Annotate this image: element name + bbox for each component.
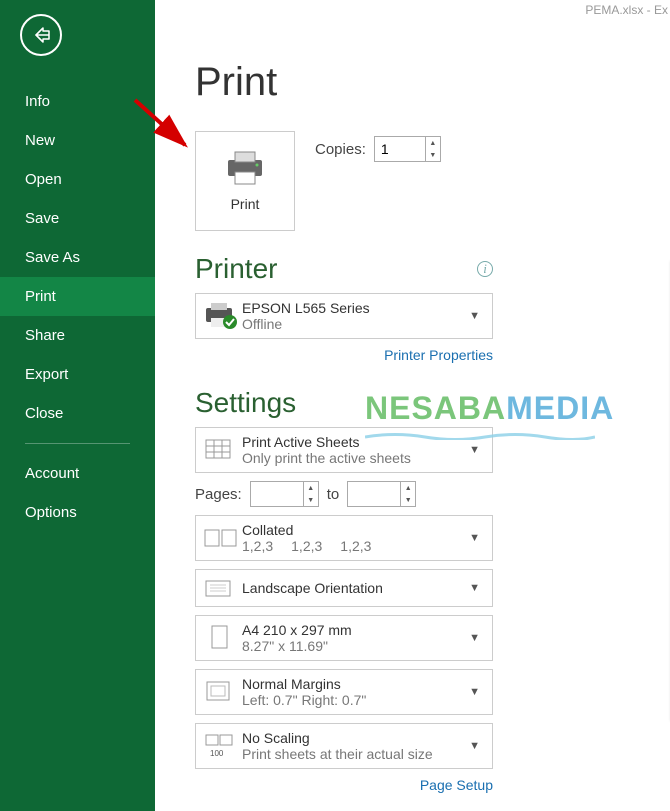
printer-status-icon bbox=[204, 302, 240, 330]
margins-dropdown[interactable]: Normal Margins Left: 0.7" Right: 0.7" ▼ bbox=[195, 669, 493, 715]
pages-to-spinner[interactable]: ▲▼ bbox=[347, 481, 416, 507]
printer-name: EPSON L565 Series bbox=[242, 300, 465, 316]
paper-icon bbox=[204, 623, 234, 653]
copies-up-icon[interactable]: ▲ bbox=[426, 137, 440, 149]
copies-label: Copies: bbox=[315, 141, 366, 158]
chevron-down-icon: ▼ bbox=[465, 582, 484, 594]
down-icon[interactable]: ▼ bbox=[304, 494, 318, 506]
title-bar: PEMA.xlsx - Ex bbox=[155, 0, 670, 20]
up-icon[interactable]: ▲ bbox=[304, 482, 318, 494]
sidebar-item-account[interactable]: Account bbox=[0, 454, 155, 493]
collated-dropdown[interactable]: Collated 1,2,31,2,31,2,3 ▼ bbox=[195, 515, 493, 561]
copies-down-icon[interactable]: ▼ bbox=[426, 149, 440, 161]
sheets-icon bbox=[204, 438, 234, 462]
settings-section-title: Settings bbox=[195, 387, 493, 419]
sidebar-item-info[interactable]: Info bbox=[0, 82, 155, 121]
page-setup-link[interactable]: Page Setup bbox=[420, 777, 493, 793]
pages-to-input[interactable] bbox=[348, 482, 400, 506]
copies-spinner[interactable]: ▲ ▼ bbox=[374, 136, 441, 162]
sidebar-divider bbox=[25, 443, 130, 444]
printer-properties-link[interactable]: Printer Properties bbox=[384, 347, 493, 363]
collated-icon bbox=[204, 526, 238, 550]
chevron-down-icon: ▼ bbox=[465, 686, 484, 698]
landscape-icon bbox=[204, 576, 234, 600]
svg-text:100: 100 bbox=[210, 749, 224, 758]
sidebar-item-new[interactable]: New bbox=[0, 121, 155, 160]
printer-icon bbox=[224, 150, 266, 186]
pages-from-input[interactable] bbox=[251, 482, 303, 506]
printer-info-icon[interactable]: i bbox=[477, 261, 493, 277]
up-icon[interactable]: ▲ bbox=[401, 482, 415, 494]
sidebar-item-close[interactable]: Close bbox=[0, 394, 155, 433]
sidebar-item-export[interactable]: Export bbox=[0, 355, 155, 394]
orientation-dropdown[interactable]: Landscape Orientation ▼ bbox=[195, 569, 493, 607]
print-button[interactable]: Print bbox=[195, 131, 295, 231]
chevron-down-icon: ▼ bbox=[465, 532, 484, 544]
sidebar-item-share[interactable]: Share bbox=[0, 316, 155, 355]
print-panel: Print Print Copies: ▲ ▼ Printer i bbox=[155, 20, 670, 811]
sidebar-item-save[interactable]: Save bbox=[0, 199, 155, 238]
print-button-label: Print bbox=[231, 196, 260, 212]
printer-section-title: Printer i bbox=[195, 253, 493, 285]
sidebar-item-open[interactable]: Open bbox=[0, 160, 155, 199]
scaling-dropdown[interactable]: 100 No Scaling Print sheets at their act… bbox=[195, 723, 493, 769]
back-button[interactable] bbox=[20, 14, 62, 56]
sidebar-item-options[interactable]: Options bbox=[0, 493, 155, 532]
back-arrow-icon bbox=[31, 25, 51, 45]
margins-icon bbox=[204, 679, 234, 705]
backstage-sidebar: Info New Open Save Save As Print Share E… bbox=[0, 0, 155, 811]
sidebar-item-saveas[interactable]: Save As bbox=[0, 238, 155, 277]
pages-to-label: to bbox=[327, 486, 340, 503]
chevron-down-icon: ▼ bbox=[465, 310, 484, 322]
pages-label: Pages: bbox=[195, 486, 242, 503]
copies-input[interactable] bbox=[375, 137, 425, 161]
printer-dropdown[interactable]: EPSON L565 Series Offline ▼ bbox=[195, 293, 493, 339]
page-title: Print bbox=[195, 60, 670, 105]
paper-size-dropdown[interactable]: A4 210 x 297 mm 8.27" x 11.69" ▼ bbox=[195, 615, 493, 661]
chevron-down-icon: ▼ bbox=[465, 444, 484, 456]
print-what-dropdown[interactable]: Print Active Sheets Only print the activ… bbox=[195, 427, 493, 473]
sidebar-items: Info New Open Save Save As Print Share E… bbox=[0, 82, 155, 532]
scaling-icon: 100 bbox=[204, 733, 236, 759]
chevron-down-icon: ▼ bbox=[465, 740, 484, 752]
sidebar-item-print[interactable]: Print bbox=[0, 277, 155, 316]
pages-from-spinner[interactable]: ▲▼ bbox=[250, 481, 319, 507]
printer-status: Offline bbox=[242, 316, 465, 332]
chevron-down-icon: ▼ bbox=[465, 632, 484, 644]
down-icon[interactable]: ▼ bbox=[401, 494, 415, 506]
